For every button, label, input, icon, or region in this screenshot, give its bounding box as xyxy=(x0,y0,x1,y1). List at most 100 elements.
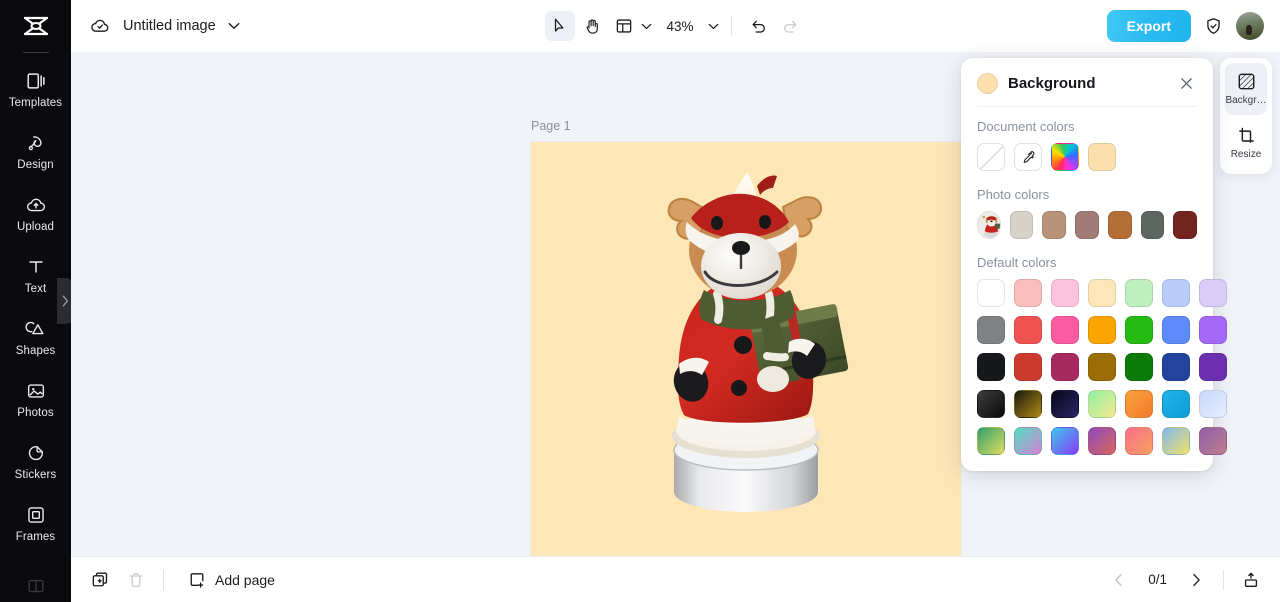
sidebar-item-design[interactable]: Design xyxy=(0,121,71,183)
default-color-swatch[interactable] xyxy=(1125,427,1153,455)
sidebar-item-templates[interactable]: Templates xyxy=(0,59,71,121)
next-page-button[interactable] xyxy=(1181,565,1211,595)
artwork-reindeer-candle[interactable] xyxy=(621,160,871,550)
default-color-swatch[interactable] xyxy=(977,427,1005,455)
default-color-swatch[interactable] xyxy=(977,390,1005,418)
redo-icon xyxy=(784,20,797,33)
layout-tool-combo[interactable] xyxy=(609,11,652,41)
sidebar-collapse-handle[interactable] xyxy=(57,278,71,324)
default-color-swatch[interactable] xyxy=(1162,390,1190,418)
default-color-swatch[interactable] xyxy=(977,316,1005,344)
default-color-swatch[interactable] xyxy=(1199,353,1227,381)
document-color-swatch[interactable] xyxy=(1088,143,1116,171)
sidebar-item-stickers[interactable]: Stickers xyxy=(0,431,71,493)
default-color-swatch[interactable] xyxy=(1199,279,1227,307)
chevron-down-icon[interactable] xyxy=(641,23,652,30)
sidebar-item-upload[interactable]: Upload xyxy=(0,183,71,245)
zoom-combo[interactable]: 43% xyxy=(662,19,718,34)
eyedropper-icon xyxy=(1023,150,1034,163)
default-color-swatch[interactable] xyxy=(1162,427,1190,455)
bottom-divider xyxy=(163,569,164,590)
photo-colors-label: Photo colors xyxy=(977,187,1050,202)
photo-color-swatch[interactable] xyxy=(1107,211,1132,239)
document-title[interactable]: Untitled image xyxy=(123,18,216,34)
default-color-swatch[interactable] xyxy=(1051,316,1079,344)
hand-tool-button[interactable] xyxy=(577,11,607,41)
default-color-swatch[interactable] xyxy=(1051,353,1079,381)
current-background-swatch[interactable] xyxy=(977,72,998,94)
present-button[interactable] xyxy=(1236,565,1266,595)
default-color-swatch[interactable] xyxy=(1051,427,1079,455)
default-color-swatch[interactable] xyxy=(1051,279,1079,307)
default-color-swatch[interactable] xyxy=(1014,279,1042,307)
default-color-swatch[interactable] xyxy=(977,353,1005,381)
default-color-swatch[interactable] xyxy=(1125,316,1153,344)
app-logo[interactable] xyxy=(0,0,71,52)
bottom-toolbar: Add page 0/1 xyxy=(71,556,1280,602)
default-color-swatch[interactable] xyxy=(1162,279,1190,307)
default-color-swatch[interactable] xyxy=(1088,279,1116,307)
export-button[interactable]: Export xyxy=(1106,10,1191,42)
sidebar-item-frames[interactable]: Frames xyxy=(0,493,71,555)
duplicate-page-icon xyxy=(92,571,108,586)
default-color-swatch[interactable] xyxy=(1125,390,1153,418)
photo-thumbnail-swatch[interactable] xyxy=(977,211,1001,239)
rainbow-picker-swatch[interactable] xyxy=(1051,143,1079,171)
default-colors-label: Default colors xyxy=(977,255,1057,270)
close-panel-button[interactable] xyxy=(1175,72,1197,94)
photo-thumbnail-icon xyxy=(978,212,1000,238)
default-color-swatch[interactable] xyxy=(1199,427,1227,455)
default-color-swatch[interactable] xyxy=(1125,353,1153,381)
select-tool-button[interactable] xyxy=(545,11,576,41)
default-color-swatch[interactable] xyxy=(977,279,1005,307)
prev-page-button[interactable] xyxy=(1104,565,1134,595)
document-title-chevron[interactable] xyxy=(228,17,240,35)
shield-check-icon[interactable] xyxy=(1203,16,1224,37)
cursor-arrow-icon xyxy=(555,18,564,32)
canvas-page[interactable] xyxy=(531,142,961,556)
cloud-saved-icon[interactable] xyxy=(89,15,111,37)
default-color-swatch[interactable] xyxy=(1051,390,1079,418)
rail-item-resize[interactable]: Resize xyxy=(1225,117,1267,169)
frames-icon xyxy=(27,507,44,523)
resize-icon xyxy=(1238,127,1254,143)
default-color-swatch[interactable] xyxy=(1162,316,1190,344)
no-color-swatch[interactable] xyxy=(977,143,1005,171)
default-color-swatch[interactable] xyxy=(1014,316,1042,344)
undo-button[interactable] xyxy=(744,11,774,41)
default-color-swatch[interactable] xyxy=(1088,390,1116,418)
photo-color-swatch[interactable] xyxy=(1173,211,1198,239)
toolbar-left-group: Untitled image xyxy=(89,15,240,37)
eyedropper-swatch[interactable] xyxy=(1014,143,1042,171)
default-color-swatch[interactable] xyxy=(1014,427,1042,455)
default-color-swatch[interactable] xyxy=(1199,316,1227,344)
default-color-swatch[interactable] xyxy=(1088,427,1116,455)
default-color-swatch[interactable] xyxy=(1014,390,1042,418)
layout-tool-button[interactable] xyxy=(609,11,639,41)
delete-page-button[interactable] xyxy=(121,565,151,595)
design-icon xyxy=(28,136,42,151)
rail-item-background[interactable]: Backgr… xyxy=(1225,63,1267,115)
sidebar-label: Text xyxy=(24,283,47,296)
photo-color-swatch[interactable] xyxy=(1140,211,1165,239)
avatar[interactable] xyxy=(1236,12,1264,40)
default-color-swatch[interactable] xyxy=(1014,353,1042,381)
upload-cloud-icon xyxy=(26,198,45,212)
chevron-down-icon[interactable] xyxy=(708,23,719,30)
default-color-swatch[interactable] xyxy=(1088,316,1116,344)
redo-button[interactable] xyxy=(776,11,806,41)
photo-color-swatch[interactable] xyxy=(1042,211,1067,239)
add-page-button[interactable]: Add page xyxy=(180,567,283,593)
default-color-swatch[interactable] xyxy=(1125,279,1153,307)
default-color-swatch[interactable] xyxy=(1088,353,1116,381)
sidebar-item-more[interactable] xyxy=(0,555,71,602)
add-page-icon xyxy=(190,572,204,588)
photo-color-swatch[interactable] xyxy=(1075,211,1099,239)
zoom-level-value[interactable]: 43% xyxy=(662,19,697,34)
default-color-swatch[interactable] xyxy=(1199,390,1227,418)
sidebar-label: Upload xyxy=(16,221,55,234)
sidebar-item-photos[interactable]: Photos xyxy=(0,369,71,431)
photo-color-swatch[interactable] xyxy=(1009,211,1034,239)
default-color-swatch[interactable] xyxy=(1162,353,1190,381)
duplicate-page-button[interactable] xyxy=(85,565,115,595)
